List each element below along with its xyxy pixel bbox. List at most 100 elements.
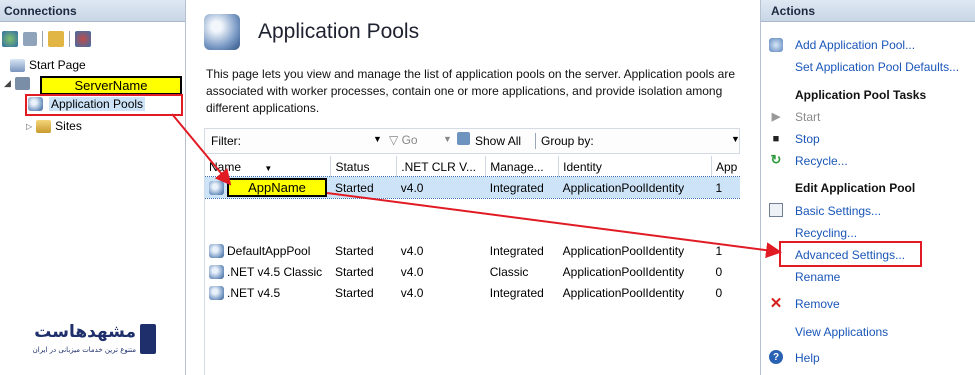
server-name-callout: ServerName [40, 76, 182, 95]
sort-arrow-icon: ▼ [264, 163, 273, 173]
page-description: This page lets you view and manage the l… [206, 67, 735, 115]
remove-icon: ✕ [769, 295, 783, 312]
stop-icon: ■ [772, 133, 780, 145]
pool-icon [209, 264, 224, 279]
pool-status: Started [334, 180, 374, 195]
go-button[interactable]: ▽ Go [389, 133, 418, 147]
save-icon[interactable] [23, 32, 37, 46]
pool-icon [209, 285, 224, 300]
pool-apps: 0 [715, 285, 723, 300]
logo-tagline: متنوع ترین خدمات میزبانی در ایران [32, 346, 136, 354]
pool-clr: v4.0 [400, 180, 424, 195]
pool-apps: 1 [715, 243, 723, 258]
advanced-settings-highlight [779, 241, 922, 267]
connections-header: Connections [0, 0, 185, 22]
pool-clr: v4.0 [400, 243, 424, 258]
app-name-callout: AppName [227, 178, 327, 197]
show-all-button[interactable]: Show All [475, 134, 521, 148]
help-icon: ? [769, 350, 783, 364]
pool-tasks-header: Application Pool Tasks [795, 88, 927, 102]
recycling-link[interactable]: Recycling... [795, 226, 857, 240]
column-header-apps[interactable]: App [711, 156, 740, 177]
tree-sites-label: Sites [55, 119, 82, 133]
add-pool-icon [769, 38, 783, 52]
show-all-icon [457, 132, 470, 145]
disconnect-icon[interactable] [75, 31, 91, 47]
column-header-name[interactable]: Name ▼ [205, 156, 332, 177]
tree-start-page-label: Start Page [29, 58, 86, 72]
funnel-icon: ▽ [389, 133, 399, 147]
go-label: Go [401, 133, 418, 147]
tree-sites[interactable]: ▷ Sites [26, 119, 82, 133]
app-pools-title-icon [204, 14, 240, 50]
connect-icon[interactable] [2, 31, 18, 47]
group-by-dropdown-icon[interactable]: ▼ [731, 134, 740, 144]
basic-settings-icon [769, 203, 783, 217]
pool-name: .NET v4.5 [227, 285, 281, 300]
expand-arrow-icon[interactable]: ▷ [26, 122, 32, 131]
filter-label: Filter: [211, 134, 241, 148]
pool-status: Started [334, 243, 374, 258]
column-header-status[interactable]: Status [330, 156, 398, 177]
pool-apps: 1 [715, 180, 723, 195]
group-by-label: Group by: [541, 134, 594, 148]
collapse-arrow-icon[interactable]: ◢ [4, 78, 11, 89]
table-row[interactable]: .NET v4.5 Classic Started v4.0 Classic A… [205, 261, 740, 282]
pool-apps: 0 [715, 264, 723, 279]
pool-identity: ApplicationPoolIdentity [562, 243, 685, 258]
edit-pool-header: Edit Application Pool [795, 181, 916, 195]
go-dropdown-icon[interactable]: ▼ [443, 134, 452, 144]
pool-identity: ApplicationPoolIdentity [562, 285, 685, 300]
connections-pane: Connections Start Page ◢ Application Poo… [0, 0, 186, 375]
actions-header: Actions [761, 0, 975, 22]
column-header-pipeline[interactable]: Manage... [485, 156, 560, 177]
watermark-logo: مشهدهاست متنوع ترین خدمات میزبانی در ایر… [16, 322, 156, 360]
pool-identity: ApplicationPoolIdentity [562, 264, 685, 279]
tree-server[interactable]: ◢ [4, 77, 30, 90]
tree-start-page[interactable]: Start Page [10, 58, 86, 72]
up-folder-icon[interactable] [48, 31, 64, 47]
pool-clr: v4.0 [400, 264, 424, 279]
start-page-icon [10, 58, 25, 72]
stop-link[interactable]: Stop [795, 132, 820, 146]
table-header-row: Name ▼ Status .NET CLR V... Manage... Id… [205, 156, 740, 177]
column-header-clr[interactable]: .NET CLR V... [396, 156, 487, 177]
filter-input[interactable] [261, 133, 361, 149]
table-row[interactable]: .NET v4.5 Started v4.0 Integrated Applic… [205, 282, 740, 303]
pool-pipeline: Integrated [489, 285, 544, 300]
pool-icon [209, 180, 224, 195]
start-icon: ▶ [771, 110, 781, 123]
logo-mark-icon [140, 324, 156, 354]
pool-icon [209, 243, 224, 258]
recycle-link[interactable]: Recycle... [795, 154, 848, 168]
pool-pipeline: Integrated [489, 243, 544, 258]
add-app-pool-link[interactable]: Add Application Pool... [795, 38, 915, 52]
pool-clr: v4.0 [400, 285, 424, 300]
recycle-icon: ↻ [770, 152, 782, 167]
set-defaults-link[interactable]: Set Application Pool Defaults... [795, 60, 959, 74]
page-title: Application Pools [258, 20, 420, 43]
server-icon [14, 77, 30, 90]
pool-status: Started [334, 264, 374, 279]
table-row[interactable]: DefaultAppPool Started v4.0 Integrated A… [205, 240, 740, 261]
start-link[interactable]: Start [795, 110, 820, 124]
pool-name: .NET v4.5 Classic [227, 264, 323, 279]
logo-text: مشهدهاست [34, 322, 136, 342]
pool-status: Started [334, 285, 374, 300]
remove-link[interactable]: Remove [795, 297, 840, 311]
pool-name: DefaultAppPool [227, 243, 311, 258]
app-pools-highlight [25, 94, 183, 116]
actions-pane: Actions Add Application Pool... Set Appl… [760, 0, 975, 375]
pool-pipeline: Integrated [489, 180, 544, 195]
help-link[interactable]: Help [795, 351, 820, 365]
basic-settings-link[interactable]: Basic Settings... [795, 204, 881, 218]
filter-dropdown-icon[interactable]: ▼ [373, 134, 382, 144]
view-applications-link[interactable]: View Applications [795, 325, 888, 339]
filter-bar: Filter: ▼ ▽ Go ▼ Show All Group by: ▼ [204, 128, 740, 154]
connections-toolbar [2, 28, 91, 50]
rename-link[interactable]: Rename [795, 270, 840, 284]
sites-folder-icon [36, 119, 52, 133]
column-header-identity[interactable]: Identity [558, 156, 712, 177]
pool-identity: ApplicationPoolIdentity [562, 180, 685, 195]
pool-pipeline: Classic [489, 264, 529, 279]
